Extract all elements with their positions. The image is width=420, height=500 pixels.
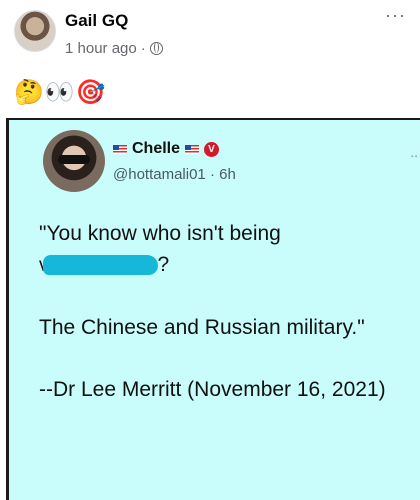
tweet-handle: @hottamali01 xyxy=(113,166,206,183)
tweet-paragraph: The Chinese and Russian military." xyxy=(39,316,365,339)
post-header: Gail GQ 1 hour ago · ··· xyxy=(0,0,420,70)
post-time[interactable]: 1 hour ago xyxy=(65,40,137,57)
tweet-screenshot: Chelle V @hottamali01 · 6h .. "You know … xyxy=(6,118,420,500)
tweet-text: "You know who isn't being v? The Chinese… xyxy=(39,218,419,436)
us-flag-icon xyxy=(113,144,127,154)
author-avatar[interactable] xyxy=(14,10,56,52)
tweet-display-name: Chelle xyxy=(132,140,181,157)
tweet-name-row: Chelle V xyxy=(113,140,220,158)
tweet-time: · 6h xyxy=(209,166,236,183)
tweet-handle-row: @hottamali01 · 6h xyxy=(113,166,236,183)
tweet-more-icon: .. xyxy=(410,144,418,160)
author-name[interactable]: Gail GQ xyxy=(65,11,128,31)
tweet-paragraph: "You know who isn't being v? xyxy=(39,218,419,281)
verified-badge-icon: V xyxy=(204,141,220,157)
tweet-line: "You know who isn't being xyxy=(39,222,281,245)
meta-separator: · xyxy=(140,40,146,57)
us-flag-icon xyxy=(185,144,200,154)
more-options-icon[interactable]: ··· xyxy=(385,5,406,26)
tweet-avatar xyxy=(43,130,105,192)
tweet-line: ? xyxy=(157,253,170,276)
tweet-paragraph: --Dr Lee Merritt (November 16, 2021) xyxy=(39,378,386,401)
post-meta: 1 hour ago · xyxy=(65,40,163,57)
globe-icon[interactable] xyxy=(149,42,163,55)
redaction-scribble xyxy=(42,255,158,276)
post-caption-emojis: 🤔👀🎯 xyxy=(14,79,107,106)
